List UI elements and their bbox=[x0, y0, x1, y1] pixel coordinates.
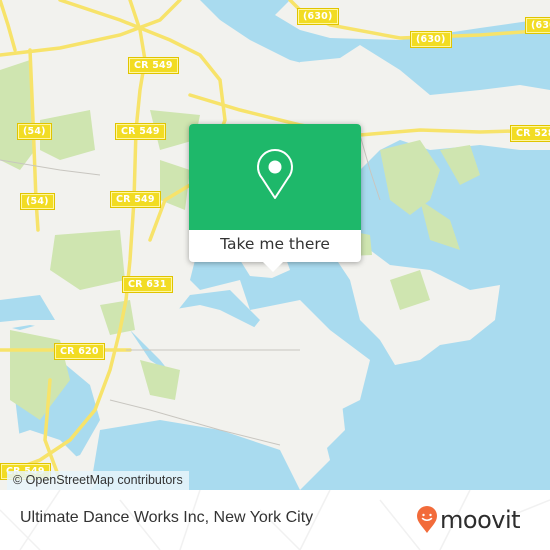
road-shield-cr528: CR 528 bbox=[510, 125, 550, 142]
road-shield-cr549: CR 549 bbox=[110, 191, 161, 208]
map-pin-icon bbox=[257, 149, 293, 199]
take-me-there-button[interactable]: Take me there bbox=[189, 230, 361, 262]
road-shield-cr549: CR 549 bbox=[128, 57, 179, 74]
road-shield-cr549: CR 549 bbox=[115, 123, 166, 140]
road-shield-54: (54) bbox=[20, 193, 55, 210]
moovit-logo[interactable]: moovit bbox=[416, 505, 521, 535]
road-shield-630: (630) bbox=[297, 8, 339, 25]
popup-pointer bbox=[262, 261, 284, 272]
popup-header[interactable] bbox=[189, 124, 361, 230]
road-shield-cr631: CR 631 bbox=[122, 276, 173, 293]
map-attribution[interactable]: © OpenStreetMap contributors bbox=[7, 471, 189, 490]
footer: Ultimate Dance Works Inc, New York City … bbox=[0, 490, 550, 550]
road-shield-630: (630) bbox=[525, 17, 550, 34]
road-shield-630: (630) bbox=[410, 31, 452, 48]
road-shield-cr620: CR 620 bbox=[54, 343, 105, 360]
take-me-there-popup[interactable]: Take me there bbox=[189, 124, 361, 272]
moovit-smiley-pin-icon bbox=[417, 506, 437, 533]
place-title: Ultimate Dance Works Inc, New York City bbox=[20, 509, 314, 526]
map[interactable]: CR 549 CR 549 CR 549 (54) (54) (630) (63… bbox=[0, 0, 550, 490]
moovit-wordmark: moovit bbox=[440, 506, 521, 534]
road-shield-54: (54) bbox=[17, 123, 52, 140]
